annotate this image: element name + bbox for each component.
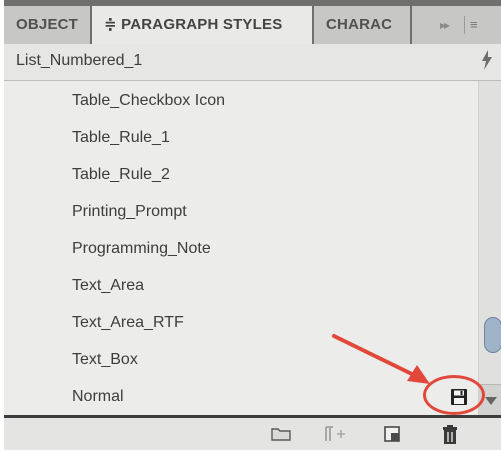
clear-overrides-icon[interactable] (322, 424, 345, 444)
delete-icon[interactable] (440, 424, 462, 444)
annotation-arrow (332, 334, 430, 384)
save-icon[interactable] (450, 388, 468, 411)
folder-icon[interactable] (270, 424, 292, 444)
paragraph-styles-panel: OBJECT ≑ PARAGRAPH STYLES CHARAC ▸▸ ≡ Li… (4, 0, 501, 450)
new-style-icon[interactable] (382, 424, 404, 444)
bottom-toolbar (4, 415, 501, 450)
